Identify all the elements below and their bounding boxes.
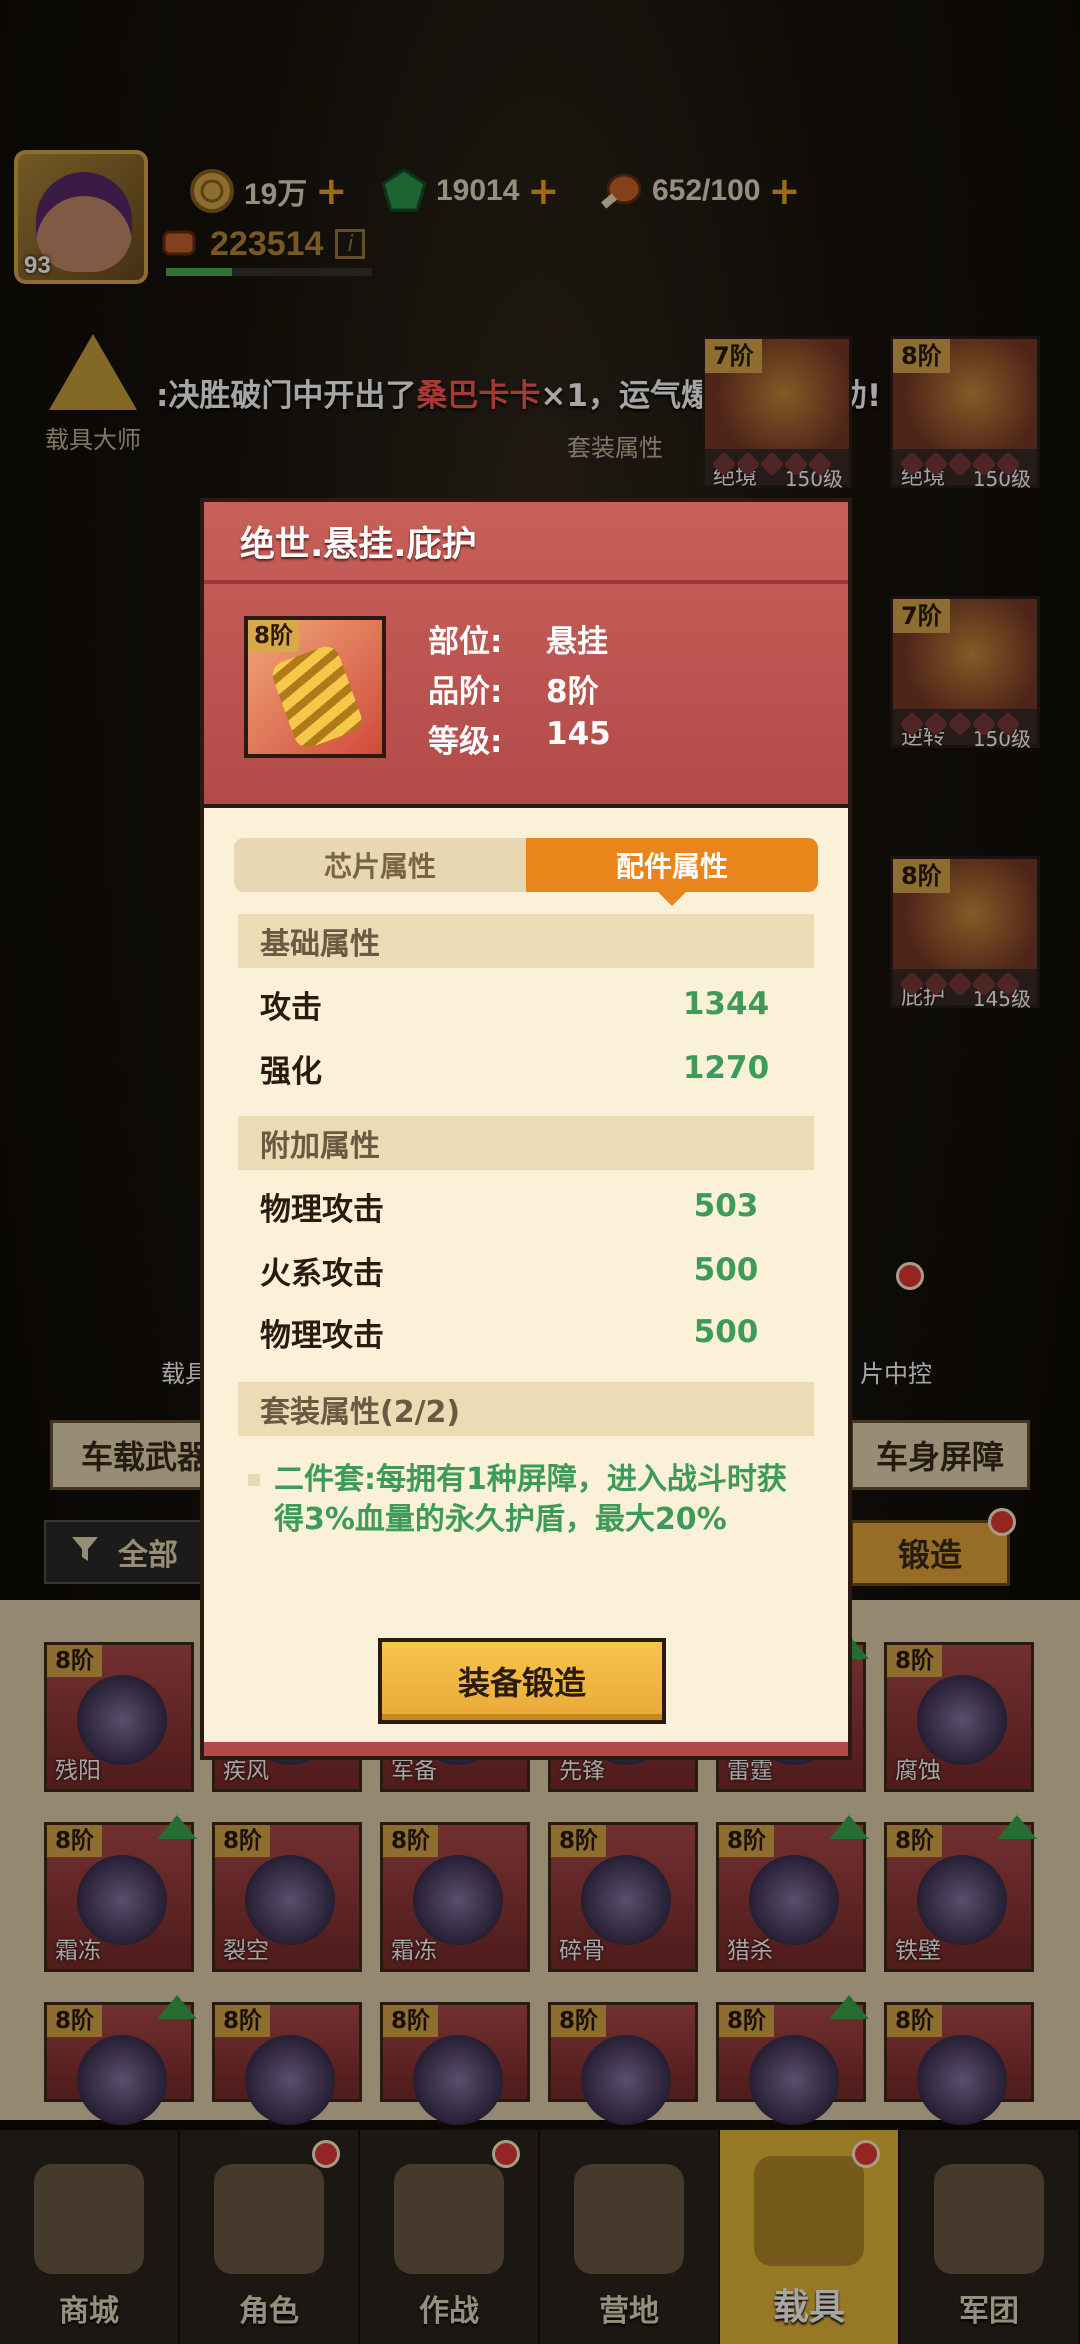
set-attributes-header: 套装属性(2/2) (238, 1382, 814, 1436)
equipment-tier-badge: 8阶 (248, 620, 300, 652)
attribute-tabs: 芯片属性 配件属性 (234, 838, 818, 906)
modal-footer-strip (204, 1742, 848, 1756)
attribute-row: 攻击 1344 (260, 980, 796, 1028)
attribute-row: 火系攻击 500 (260, 1246, 796, 1294)
attribute-row: 物理攻击 503 (260, 1182, 796, 1230)
attribute-value: 1344 (682, 986, 770, 1022)
attribute-name: 物理攻击 (260, 1317, 384, 1354)
info-value: 悬挂 (546, 624, 608, 660)
attribute-value: 500 (693, 1252, 759, 1288)
set-bonus-description: 二件套:每拥有1种屏障，进入战斗时获得3%血量的永久护盾，最大20% (274, 1462, 787, 1537)
tab-parts-attributes[interactable]: 配件属性 (526, 838, 818, 906)
tab-chip-attributes[interactable]: 芯片属性 (234, 838, 526, 892)
title-divider (204, 580, 848, 584)
modal-header: 绝世.悬挂.庇护 8阶 部位: 悬挂 品阶: 8阶 等级: 145 (204, 502, 848, 808)
attribute-name: 物理攻击 (260, 1191, 384, 1228)
info-row-grade: 品阶: 8阶 (428, 666, 599, 710)
attribute-value: 503 (693, 1188, 759, 1224)
info-key: 部位: (428, 624, 503, 660)
attribute-value: 500 (693, 1314, 759, 1350)
equipment-title: 绝世.悬挂.庇护 (240, 525, 477, 565)
equipment-detail-modal: 绝世.悬挂.庇护 8阶 部位: 悬挂 品阶: 8阶 等级: 145 芯片属性 配… (200, 498, 852, 1760)
suspension-spring-icon (268, 642, 366, 752)
bullet-icon (248, 1474, 260, 1486)
attribute-name: 火系攻击 (260, 1255, 384, 1292)
attribute-name: 强化 (260, 1053, 322, 1090)
attribute-value: 1270 (682, 1050, 770, 1086)
base-attributes-header: 基础属性 (238, 914, 814, 968)
info-row-slot: 部位: 悬挂 (428, 616, 608, 660)
info-value: 145 (546, 716, 611, 752)
attribute-name: 攻击 (260, 989, 322, 1026)
attribute-row: 强化 1270 (260, 1044, 796, 1092)
equipment-icon: 8阶 (244, 616, 386, 758)
attribute-row: 物理攻击 500 (260, 1308, 796, 1356)
info-row-level: 等级: 145 (428, 716, 611, 760)
info-value: 8阶 (546, 674, 599, 710)
equipment-forge-button[interactable]: 装备锻造 (378, 1638, 666, 1724)
extra-attributes-header: 附加属性 (238, 1116, 814, 1170)
info-key: 品阶: (428, 674, 503, 710)
info-key: 等级: (428, 724, 503, 760)
